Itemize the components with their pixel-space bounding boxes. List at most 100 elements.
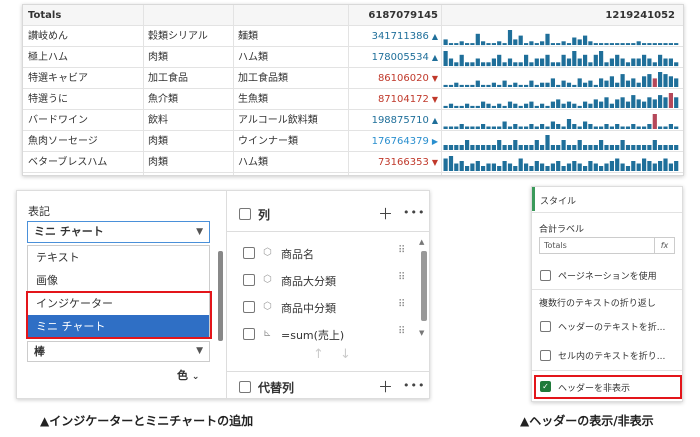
color-toggle[interactable]: 色 ⌄ [177,367,199,383]
mini-chart-bar [658,54,663,67]
mini-chart-bar [486,62,491,67]
mini-chart-bar [620,97,625,108]
mini-chart-bar [636,163,641,171]
pagination-checkbox[interactable] [540,270,551,281]
more-icon[interactable]: ••• [403,206,425,219]
straight-table: Totals 6187079145 1219241052 讃岐めん 穀類シリアル 麺… [22,4,684,176]
field-checkbox[interactable] [243,328,255,340]
expression-button[interactable]: fx [654,238,674,253]
style-label[interactable]: スタイル [540,194,576,207]
representation-dropdown[interactable]: ミニ チャート ▼ [27,221,210,243]
wrap-cell-checkbox[interactable] [540,350,551,361]
mini-chart-bar [583,101,588,108]
mini-chart-bar [647,43,652,45]
subcategory: 加工食品類 [238,73,288,84]
mini-chart-bar [642,126,647,129]
mini-chart-bar [491,105,496,108]
sales-value: 341711386 ▲ [353,26,438,47]
product-name: 特選うに [28,94,68,105]
move-up-icon[interactable]: ↑ [313,347,324,362]
option-image[interactable]: 画像 [28,269,209,292]
table-row[interactable]: 讃岐めん 穀類シリアル 麺類 341711386 ▲ [23,26,683,47]
mini-chart-bar [443,158,448,171]
drag-handle-icon[interactable]: ⠿ [398,326,405,337]
mini-chart-bar [534,126,539,129]
table-row[interactable]: 特選うに 魚介類 生魚類 87104172 ▼ [23,89,683,110]
mini-chart-bar [524,126,529,129]
mini-chart [443,93,679,108]
table-row[interactable]: バードワイン 飲料 アルコール飲料類 198875710 ▲ [23,110,683,131]
field-checkbox[interactable] [243,274,255,286]
option-text[interactable]: テキスト [28,246,209,269]
drag-handle-icon[interactable]: ⠿ [398,272,405,283]
alt-columns-checkbox[interactable] [239,381,251,393]
add-column-button[interactable]: ＋ [378,203,393,224]
mini-chart-bar [481,145,486,150]
mini-chart-bar [674,161,679,171]
cube-icon: ⬡ [263,247,272,258]
sales-value: 198875710 ▲ [353,110,438,131]
indicator-up-icon: ▲ [431,32,438,41]
mini-chart-bar [550,121,555,129]
field-checkbox[interactable] [243,301,255,313]
field-checkbox[interactable] [243,247,255,259]
mini-chart-bar [583,166,588,171]
mini-chart-bar [465,43,470,45]
mini-chart-bar [663,58,668,66]
more-icon[interactable]: ••• [403,379,425,392]
scrollbar[interactable] [421,251,427,321]
mini-chart-bar [529,80,534,87]
mini-chart-bar [545,54,550,67]
mini-chart-bar [566,43,572,45]
mini-chart-type-dropdown[interactable]: 棒 ▼ [27,341,210,362]
mini-chart-bar [561,166,566,171]
hide-header-checkbox[interactable]: ✓ [540,381,551,392]
mini-chart-bar [556,84,561,87]
add-alt-column-button[interactable]: ＋ [378,376,393,397]
wrap-header-checkbox[interactable] [540,321,551,332]
mini-chart-bar [491,145,496,150]
field-item[interactable]: 商品名 [281,246,314,262]
mini-chart-bar [620,43,625,45]
field-item[interactable]: 商品中分類 [281,300,336,316]
table-row[interactable]: 特選キャビア 加工食品 加工食品類 86106020 ▼ [23,68,683,89]
mini-chart-bar [604,163,609,171]
totals-value: 6187079145 [368,10,438,21]
mini-chart-bar [507,163,513,171]
table-row[interactable]: 極上ハム 肉類 ハム類 178005534 ▲ [23,47,683,68]
columns-checkbox[interactable] [239,208,251,220]
mini-chart-bar [507,30,513,45]
mini-chart-bar [465,140,470,150]
total-label-title: 合計ラベル [539,225,585,235]
field-item[interactable]: =sum(売上) [281,327,344,343]
mini-chart-bar [572,124,577,129]
hide-header-label: ヘッダーを非表示 [558,384,631,394]
mini-chart-bar [524,103,529,108]
field-item[interactable]: 商品大分類 [281,273,336,289]
mini-chart [443,114,679,129]
mini-chart-bar [513,103,518,108]
total-label-input[interactable]: Totals fx [539,237,675,254]
mini-chart-bar [448,145,454,150]
move-down-icon[interactable]: ↓ [340,347,351,362]
mini-chart-bar [658,95,663,108]
scroll-down-icon[interactable]: ▼ [419,329,424,337]
drag-handle-icon[interactable]: ⠿ [398,245,405,256]
scroll-up-icon[interactable]: ▲ [419,238,424,246]
mini-chart-bar [550,78,555,87]
mini-chart-bar [572,84,577,87]
category: 穀類シリアル [148,31,208,42]
mini-chart-bar [518,145,523,150]
subcategory: 生魚類 [238,94,268,105]
scrollbar[interactable] [218,251,223,341]
mini-chart-bar [507,58,513,66]
mini-chart-bar [572,37,577,45]
mini-chart-bar [604,62,609,67]
table-row[interactable]: 魚肉ソーセージ 肉類 ウインナー類 176764379 ▶ [23,131,683,152]
drag-handle-icon[interactable]: ⠿ [398,299,405,310]
mini-chart-bar [625,145,631,150]
table-row[interactable]: ベターブレスハム 肉類 ハム類 73166353 ▼ [23,152,683,173]
mini-chart-bar [663,43,668,45]
mini-chart-bar [502,161,507,171]
mini-chart-bar [486,126,491,129]
